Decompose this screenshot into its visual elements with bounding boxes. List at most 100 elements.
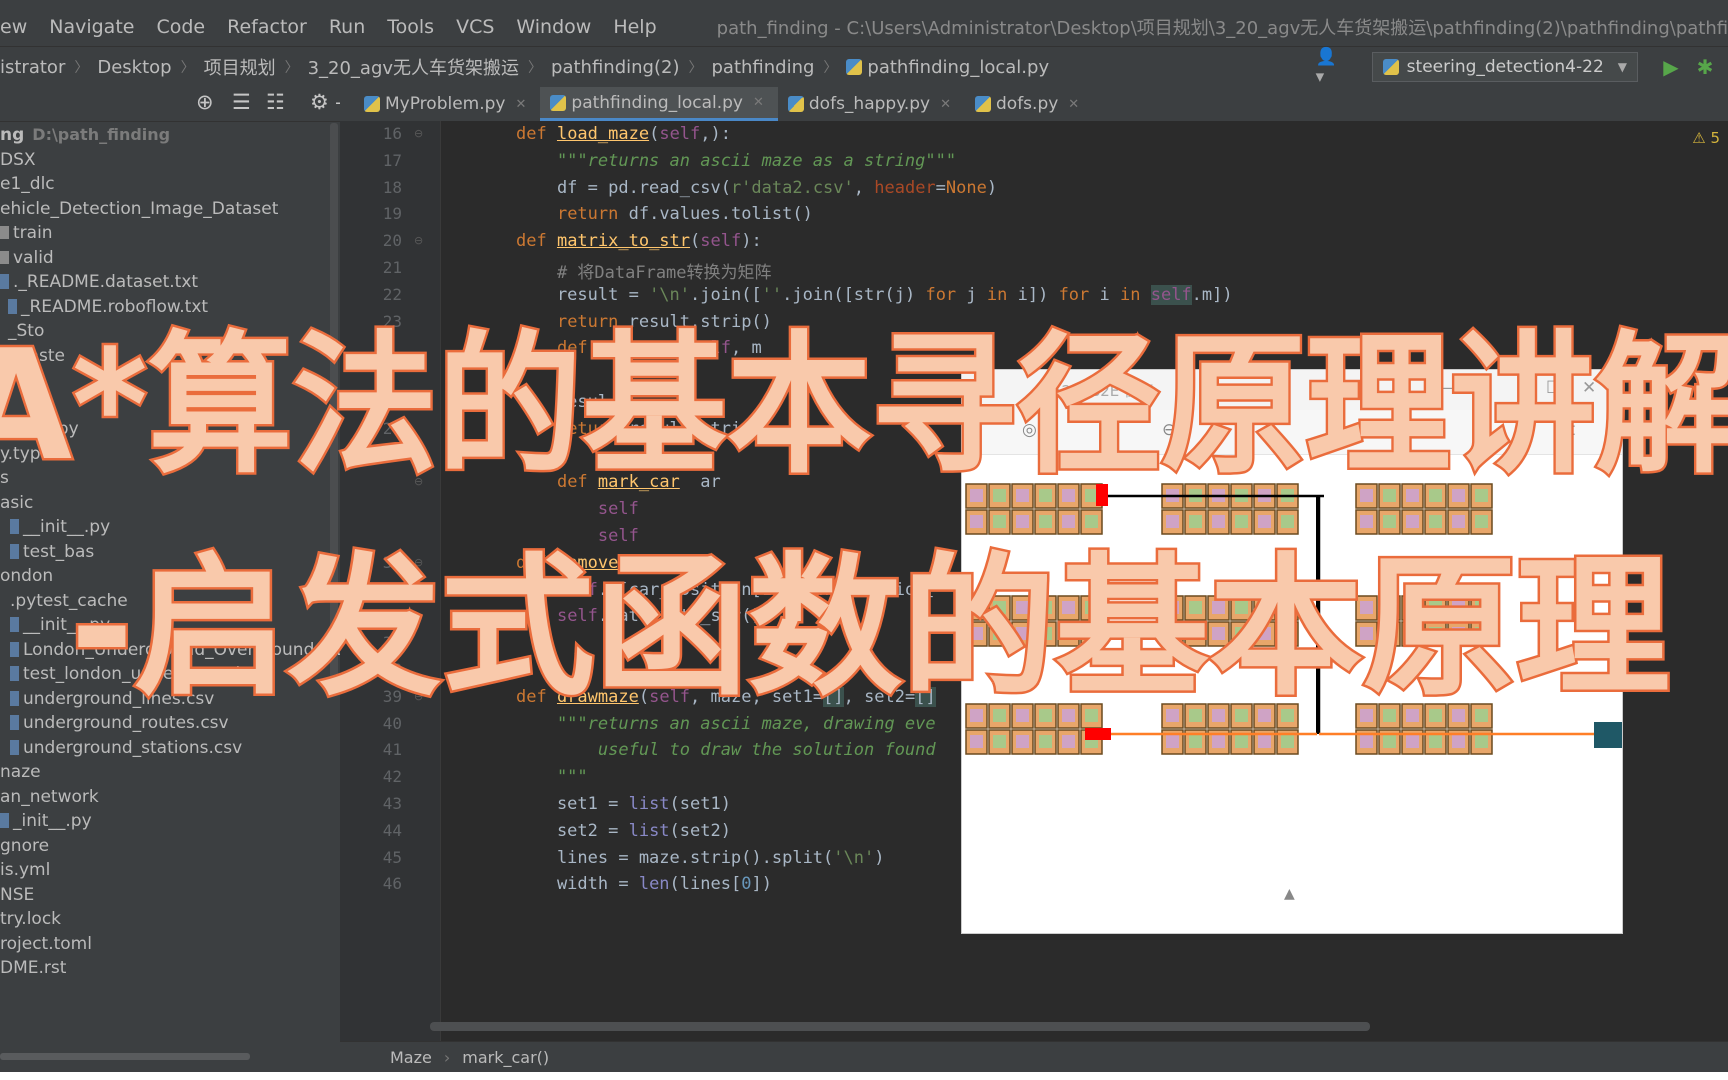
fold-icon[interactable]: ⊖ bbox=[414, 556, 423, 569]
collapse-all-icon[interactable]: ☷ bbox=[266, 90, 285, 114]
menu-item-vcs[interactable]: VCS bbox=[456, 16, 494, 38]
code-line[interactable]: return result.strip() bbox=[516, 312, 772, 332]
status-function[interactable]: mark_car() bbox=[462, 1048, 549, 1067]
tab-myproblem-py[interactable]: MyProblem.py ✕ bbox=[354, 87, 540, 121]
code-line[interactable]: return df.values.tolist() bbox=[516, 204, 813, 224]
tree-item[interactable]: DSX bbox=[0, 148, 340, 173]
tab-dofs_happy-py[interactable]: dofs_happy.py ✕ bbox=[778, 87, 965, 121]
code-line[interactable]: self bbox=[516, 499, 639, 519]
expand-all-icon[interactable]: ☰ bbox=[232, 90, 251, 114]
code-line[interactable]: def drawmaze(self, maze, set1=[], set2=[… bbox=[516, 686, 936, 707]
tree-item[interactable]: asic bbox=[0, 491, 340, 516]
tree-item[interactable]: test_london_underground.py bbox=[0, 662, 340, 687]
menu-item-tools[interactable]: Tools bbox=[387, 16, 434, 38]
code-line[interactable]: lines = maze.strip().split('\n') bbox=[516, 848, 885, 868]
tree-item[interactable]: try.lock bbox=[0, 907, 340, 932]
breadcrumb-item[interactable]: pathfinding(2) bbox=[551, 57, 679, 78]
tab-dofs-py[interactable]: dofs.py ✕ bbox=[965, 87, 1093, 121]
breadcrumb-item[interactable]: pathfinding_local.py bbox=[867, 57, 1049, 78]
menu-item-refactor[interactable]: Refactor bbox=[227, 16, 307, 38]
tree-item[interactable]: NSE bbox=[0, 883, 340, 908]
code-line[interactable]: self.matrix_to_str() bbox=[516, 606, 762, 626]
code-line[interactable]: # 将DataFrame转换为矩阵 bbox=[516, 258, 772, 283]
code-line[interactable]: width = len(lines[0]) bbox=[516, 874, 772, 894]
tree-item[interactable]: ehicle_Detection_Image_Dataset bbox=[0, 197, 340, 222]
tree-item[interactable]: y.typed bbox=[0, 442, 340, 467]
tree-item[interactable]: __init__.py bbox=[0, 613, 340, 638]
gear-icon[interactable]: ⚙ bbox=[310, 90, 329, 114]
tree-item[interactable]: gnore bbox=[0, 834, 340, 859]
tree-item[interactable]: underground_stations.csv bbox=[0, 736, 340, 761]
code-line[interactable]: def load_maze(self,): bbox=[516, 124, 731, 144]
breadcrumb-item[interactable]: 项目规划 bbox=[204, 54, 276, 80]
tree-item[interactable]: ._README.dataset.txt bbox=[0, 270, 340, 295]
fold-icon[interactable]: ⊖ bbox=[414, 475, 423, 488]
tree-item[interactable]: ondon bbox=[0, 564, 340, 589]
fold-icon[interactable]: ⊖ bbox=[414, 690, 423, 703]
menu-item-run[interactable]: Run bbox=[329, 16, 365, 38]
code-line[interactable]: self.m[car_position[1]][car_position[ bbox=[516, 580, 936, 600]
breadcrumb-item[interactable]: istrator bbox=[0, 57, 65, 78]
code-line[interactable]: def r_t self, m bbox=[516, 338, 762, 358]
tree-item[interactable]: DME.rst bbox=[0, 956, 340, 981]
tree-item[interactable]: _init__.py bbox=[0, 809, 340, 834]
code-line[interactable] bbox=[516, 446, 557, 466]
tree-item[interactable]: underground_lines.csv bbox=[0, 687, 340, 712]
pin-icon[interactable]: ☐ bbox=[1474, 378, 1489, 398]
close-tab-icon[interactable]: ✕ bbox=[516, 97, 527, 112]
code-line[interactable] bbox=[516, 365, 557, 385]
user-icon[interactable]: 👤▾ bbox=[1316, 47, 1342, 87]
tree-item[interactable]: _init__.py bbox=[0, 417, 340, 442]
tree-item[interactable]: London_Underground_Overground_DLR_Cros bbox=[0, 638, 403, 663]
run-config-select[interactable]: steering_detection4-22 ▼ bbox=[1371, 52, 1638, 82]
tree-item[interactable]: .pytest_cache bbox=[0, 589, 340, 614]
menu-item-ew[interactable]: ew bbox=[0, 16, 27, 38]
code-line[interactable]: result = '\n'.join([''.join([str(j) for … bbox=[516, 284, 1233, 305]
tree-item[interactable] bbox=[0, 393, 340, 418]
status-class[interactable]: Maze bbox=[390, 1048, 432, 1067]
code-line[interactable]: def matrix_to_str(self): bbox=[516, 231, 762, 251]
tree-item[interactable]: _README.roboflow.txt bbox=[0, 295, 340, 320]
close-tab-icon[interactable]: ✕ bbox=[940, 97, 951, 112]
code-line[interactable]: def remove_ bbox=[516, 553, 629, 573]
code-line[interactable]: def mark_car ar bbox=[516, 472, 721, 492]
crop-icon[interactable]: ⊏ bbox=[1562, 420, 1576, 440]
tree-item[interactable]: test_bas bbox=[0, 540, 340, 565]
tree-item[interactable]: valid bbox=[0, 246, 340, 271]
code-line[interactable]: """returns an ascii maze as a string""" bbox=[516, 151, 956, 171]
tab-pathfinding_local-py[interactable]: pathfinding_local.py ✕ bbox=[540, 87, 778, 121]
tree-item[interactable]: __init__.py bbox=[0, 515, 340, 540]
debug-icon[interactable]: ✱ bbox=[1694, 55, 1716, 79]
tree-item[interactable]: naze bbox=[0, 760, 340, 785]
restore-icon[interactable]: ─ bbox=[1518, 378, 1528, 398]
chevron-up-icon[interactable]: ▲ bbox=[1284, 886, 1295, 902]
warnings-indicator[interactable]: ⚠ 5 bbox=[1692, 129, 1720, 147]
breadcrumb-item[interactable]: 3_20_agv无人车货架搬运 bbox=[308, 54, 519, 80]
code-line[interactable]: set1 = list(set1) bbox=[516, 794, 731, 814]
project-hscrollbar[interactable] bbox=[0, 1050, 340, 1062]
code-line[interactable]: set2 = list(set2) bbox=[516, 821, 731, 841]
minimize-icon[interactable]: — bbox=[1442, 378, 1459, 398]
menu-item-help[interactable]: Help bbox=[613, 16, 656, 38]
code-line[interactable]: """returns an ascii maze, drawing eve bbox=[516, 714, 936, 734]
run-icon[interactable]: ▶ bbox=[1660, 55, 1682, 79]
target-icon[interactable]: ◎ bbox=[1022, 420, 1037, 440]
breadcrumb-item[interactable]: Desktop bbox=[97, 57, 171, 78]
code-line[interactable]: resul bbox=[516, 392, 608, 412]
tree-item[interactable]: s bbox=[0, 466, 340, 491]
menu-item-navigate[interactable]: Navigate bbox=[49, 16, 134, 38]
code-line[interactable]: return result.strip() bbox=[516, 419, 772, 439]
tree-item[interactable] bbox=[0, 368, 340, 393]
close-tab-icon[interactable]: ✕ bbox=[1068, 97, 1079, 112]
tree-item[interactable]: an_network bbox=[0, 785, 340, 810]
tree-item[interactable]: e1_dlc bbox=[0, 172, 340, 197]
tree-item[interactable]: train bbox=[0, 221, 340, 246]
close-tab-icon[interactable]: ✕ bbox=[753, 95, 764, 110]
tree-root[interactable]: ng D:\path_finding bbox=[0, 123, 340, 148]
menu-item-window[interactable]: Window bbox=[516, 16, 591, 38]
code-line[interactable]: self bbox=[516, 526, 639, 546]
close-icon[interactable]: ✕ bbox=[1582, 378, 1596, 398]
rotate-icon[interactable]: ⟳ bbox=[1392, 420, 1406, 440]
tree-item[interactable]: roject.toml bbox=[0, 932, 340, 957]
project-scrollbar[interactable] bbox=[330, 123, 338, 683]
